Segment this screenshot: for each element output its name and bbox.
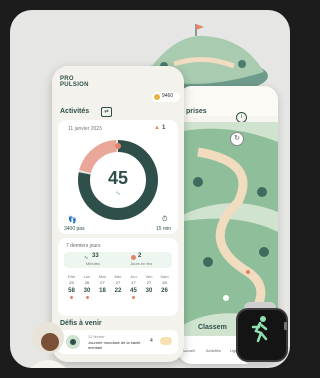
hero-card: prises i ↻ Classem Accueil Activités Lig…: [10, 10, 290, 368]
nav-item-home[interactable]: Accueil: [182, 348, 195, 353]
minutes-stat: 33: [92, 253, 99, 259]
challenge-name: Journée mondiale de la santé mentale: [88, 340, 141, 350]
brand-logo: PRO PULSION: [60, 76, 89, 88]
day-name: Lun: [83, 274, 91, 279]
day-name: Dim: [67, 274, 76, 279]
day-column[interactable]: Dim 29 58: [64, 274, 79, 299]
person-illustration: [30, 322, 66, 368]
fire-days-stat: 2: [138, 253, 142, 259]
day-number: 27: [131, 280, 136, 285]
day-column[interactable]: Jeu 27 45: [126, 274, 141, 299]
smartwatch: [234, 302, 288, 364]
day-name: Mar: [99, 274, 106, 279]
day-fire-dot: [101, 296, 104, 299]
heartbeat-icon: ∿: [115, 191, 121, 197]
day-minutes: 30: [145, 288, 153, 294]
day-number: 28: [162, 280, 167, 285]
steps-value: 3400 pas: [64, 226, 85, 232]
week-title: 7 derniers jours: [66, 243, 101, 249]
day-name: Ven: [145, 274, 153, 279]
day-number: 27: [115, 280, 121, 285]
challenge-count: 4: [150, 338, 153, 344]
day-fire-dot: [132, 296, 135, 299]
graph-icon: ▲: [154, 125, 160, 131]
day-minutes: 18: [99, 288, 106, 294]
day-name: Sam: [160, 274, 169, 279]
week-stats: ∿ 33 Minutes 2 Jours en feu: [64, 252, 172, 268]
day-column[interactable]: Ven 27 30: [142, 274, 157, 299]
day-number: 26: [84, 280, 90, 285]
day-name: Jeu: [130, 274, 137, 279]
activity-card: 11 janvier 2023 ▲ 1 45 ∿ 👣 3400 pas ⏱ 15…: [58, 120, 178, 234]
coin-icon: [160, 337, 172, 345]
coin-value: 9460: [162, 93, 174, 99]
watch-button: [284, 322, 287, 330]
fire-icon: [131, 255, 136, 260]
day-column[interactable]: Sam 28 26: [157, 274, 172, 299]
day-fire-dot: [70, 296, 73, 299]
day-column[interactable]: Mer 27 22: [111, 274, 126, 299]
timer-icon: ⏱: [162, 216, 168, 223]
activity-date: 11 janvier 2023: [68, 126, 102, 132]
challenge-item[interactable]: 12 février Journée mondiale de la santé …: [58, 330, 178, 354]
brand-line2: PULSION: [60, 82, 89, 88]
activity-count: 1: [162, 125, 166, 131]
sync-icon[interactable]: ⇄: [101, 107, 112, 117]
day-minutes: 22: [114, 288, 122, 294]
day-number: 29: [69, 280, 74, 285]
day-fire-dot: [117, 296, 120, 299]
day-fire-dot: [85, 296, 89, 299]
minutes-value: 45: [107, 168, 129, 188]
day-number: 27: [100, 280, 105, 285]
minutes-label: Minutes: [86, 261, 101, 266]
phone2-title: prises: [186, 108, 207, 115]
runner-icon: [251, 316, 268, 343]
nav-item-activities[interactable]: Activités: [206, 348, 221, 353]
coin-balance[interactable]: 9460: [152, 92, 180, 102]
day-fire-dot: [148, 296, 151, 299]
day-column[interactable]: Lun 26 30: [80, 274, 95, 299]
activities-title: Activités: [60, 108, 90, 115]
day-number: 27: [146, 280, 152, 285]
week-card: 7 derniers jours ∿ 33 Minutes 2 Jours en…: [58, 238, 178, 316]
day-fire-dot: [163, 296, 166, 299]
ranking-label: Classem: [198, 324, 227, 331]
day-name: Mer: [114, 274, 122, 279]
duration-value: 15 min: [156, 226, 172, 232]
coin-icon: [154, 94, 160, 100]
day-minutes: 58: [68, 288, 75, 294]
day-minutes: 26: [161, 288, 168, 294]
refresh-icon[interactable]: ↻: [230, 132, 244, 146]
day-minutes: 30: [83, 288, 91, 294]
footsteps-icon: 👣: [68, 217, 77, 224]
day-column[interactable]: Mar 27 18: [95, 274, 110, 299]
day-minutes: 45: [130, 288, 137, 294]
fire-days-label: Jours en feu: [130, 261, 153, 266]
challenge-date: 12 février: [88, 334, 105, 339]
